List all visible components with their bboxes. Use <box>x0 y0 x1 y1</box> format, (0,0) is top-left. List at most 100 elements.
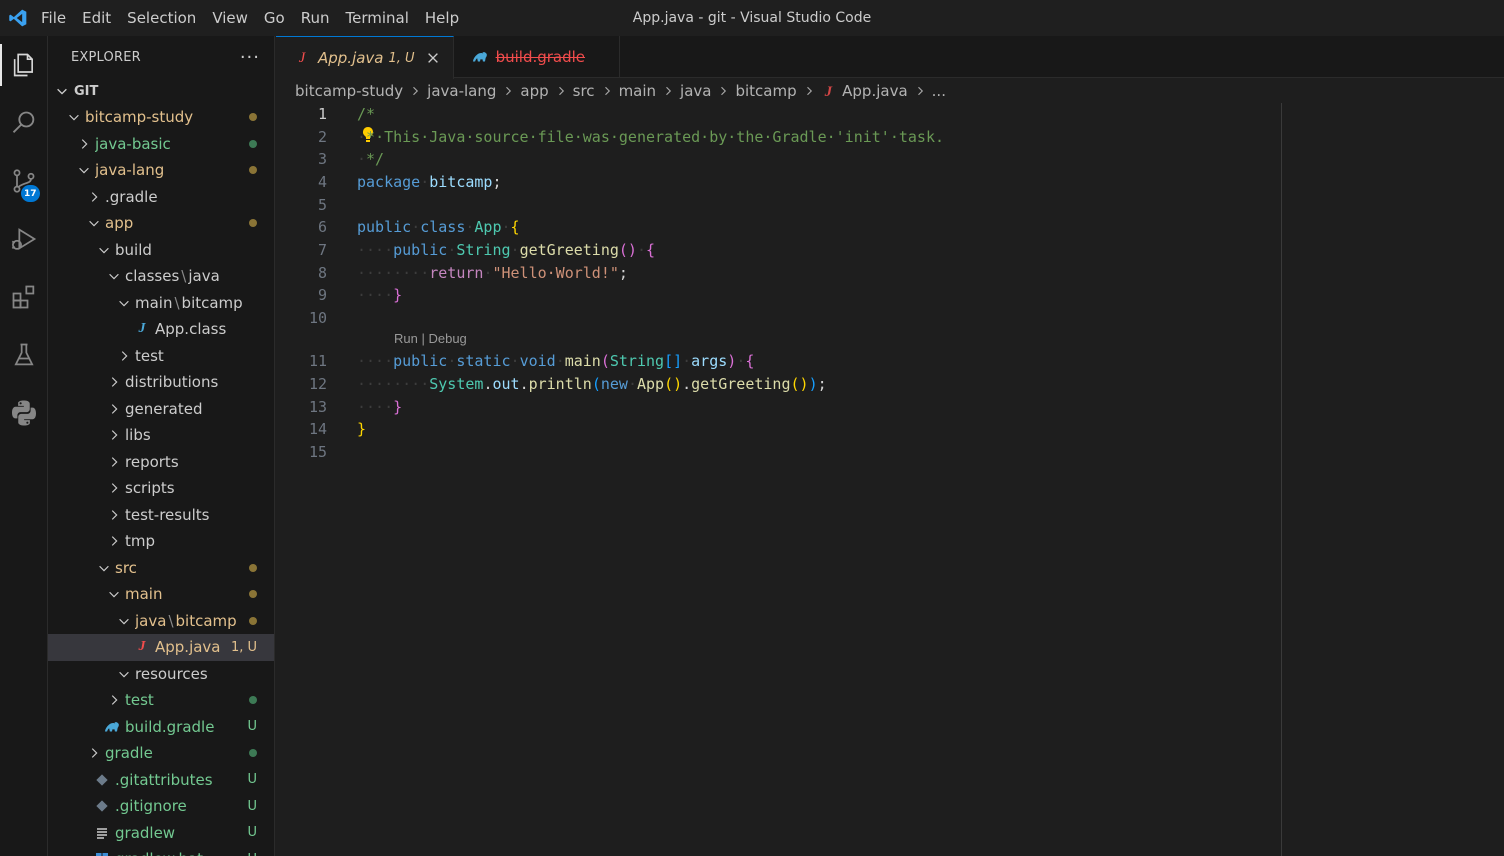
tree-file[interactable]: gradlew U <box>48 820 274 847</box>
tree-folder[interactable]: tmp <box>48 528 274 555</box>
breadcrumb-item[interactable]: src <box>573 82 595 100</box>
python-icon[interactable] <box>0 384 48 442</box>
line-code: ····public·String·getGreeting()·{ <box>357 241 655 259</box>
tree-file[interactable]: gradlew.bat U <box>48 846 274 856</box>
breadcrumb-item[interactable]: bitcamp <box>735 82 796 100</box>
tree-item-sublabel: java <box>188 267 220 286</box>
testing-icon[interactable] <box>0 326 48 384</box>
search-icon[interactable] <box>0 94 48 152</box>
chevron-right-icon <box>662 85 674 97</box>
breadcrumb-item[interactable]: main <box>619 82 656 100</box>
line-number: 7 <box>317 241 327 260</box>
tree-folder[interactable]: .gradle <box>48 184 274 211</box>
code-token: App <box>474 218 502 237</box>
code-token: · <box>447 241 457 260</box>
chevron-right-icon <box>106 427 122 443</box>
tab-label: App.java <box>318 49 384 67</box>
tree-item-label: build.gradle <box>125 717 215 736</box>
tree-folder[interactable]: src <box>48 555 274 582</box>
code-token: public <box>357 218 412 237</box>
tree-folder[interactable]: libs <box>48 422 274 449</box>
tree-folder[interactable]: test-results <box>48 502 274 529</box>
tree-file[interactable]: build.gradle U <box>48 714 274 741</box>
tree-folder[interactable]: java-lang <box>48 157 274 184</box>
chevron-down-icon <box>116 666 132 682</box>
code-token: · <box>736 352 746 371</box>
tree-folder[interactable]: build <box>48 237 274 264</box>
extensions-icon[interactable] <box>0 268 48 326</box>
status-badge: U <box>247 719 257 734</box>
menu-selection[interactable]: Selection <box>119 0 204 36</box>
gradle-elephant-icon <box>104 719 120 735</box>
code-line: 6 public·class·App·{ <box>276 216 1504 239</box>
window-title: App.java - git - Visual Studio Code <box>632 10 872 26</box>
status-dot <box>249 581 257 607</box>
tree-folder[interactable]: bitcamp-study <box>48 104 274 131</box>
close-icon[interactable] <box>425 51 441 65</box>
chevron-right-icon <box>106 480 122 496</box>
tree-folder[interactable]: main <box>48 581 274 608</box>
code-token: · <box>411 218 421 237</box>
code-token: getGreeting <box>691 375 791 394</box>
tree-file[interactable]: .gitattributes U <box>48 767 274 794</box>
source-control-icon[interactable]: 17 <box>0 152 48 210</box>
codelens-debug[interactable]: Debug <box>428 331 466 346</box>
breadcrumb-item[interactable]: java-lang <box>427 82 496 100</box>
tab-App-java[interactable]: J App.java 1, U <box>276 36 454 79</box>
tree-folder[interactable]: test <box>48 687 274 714</box>
tree-item-label: build <box>115 240 152 259</box>
breadcrumb-item[interactable]: java <box>680 82 711 100</box>
status-dot-mark <box>249 563 257 572</box>
activity-bar: 17 <box>0 36 48 856</box>
tree-folder[interactable]: resources <box>48 661 274 688</box>
breadcrumb-item[interactable]: app <box>520 82 548 100</box>
menu-go[interactable]: Go <box>256 0 293 36</box>
tree-file[interactable]: J App.java 1, U <box>48 634 274 661</box>
tab-build-gradle[interactable]: build.gradle <box>454 36 621 78</box>
breadcrumb-item[interactable]: ... <box>932 82 946 100</box>
code-editor[interactable]: 1/* 2 ·*·This·Java·source·file·was·generat… <box>276 103 1504 856</box>
menu-view[interactable]: View <box>204 0 256 36</box>
codelens-run[interactable]: Run <box>394 331 418 346</box>
tree-folder[interactable]: test <box>48 343 274 370</box>
tree-folder[interactable]: java-basic <box>48 131 274 158</box>
menu-edit[interactable]: Edit <box>74 0 119 36</box>
menu-run[interactable]: Run <box>293 0 338 36</box>
chevron-right-icon <box>86 745 102 761</box>
line-number: 5 <box>317 195 327 214</box>
breadcrumb-item[interactable]: J App.java <box>821 82 908 101</box>
tree-folder[interactable]: scripts <box>48 475 274 502</box>
tree-file[interactable]: J App.class <box>48 316 274 343</box>
code-token: * <box>366 127 376 146</box>
breadcrumb-item[interactable]: bitcamp-study <box>295 82 403 100</box>
explorer-icon[interactable] <box>0 36 48 94</box>
run-debug-icon[interactable] <box>0 210 48 268</box>
breadcrumb-label: main <box>618 82 657 100</box>
line-code: package·bitcamp; <box>357 173 502 191</box>
tree-file[interactable]: .gitignore U <box>48 793 274 820</box>
chevron-right-icon <box>76 136 92 152</box>
tree-folder[interactable]: app <box>48 210 274 237</box>
code-line: 3 ·*/ <box>276 148 1504 171</box>
explorer-header: EXPLORER ··· <box>48 36 274 78</box>
file-tree: bitcamp-study java-basic java-lang .gradle a… <box>48 104 274 856</box>
tree-folder[interactable]: distributions <box>48 369 274 396</box>
chevron-down-icon <box>116 613 132 629</box>
tree-folder[interactable]: classes \ java <box>48 263 274 290</box>
tree-folder[interactable]: java \ bitcamp <box>48 608 274 635</box>
code-token: main <box>564 352 601 371</box>
line-number: 6 <box>317 218 327 237</box>
more-actions-icon[interactable]: ··· <box>240 47 260 68</box>
tree-folder[interactable]: generated <box>48 396 274 423</box>
tree-folder[interactable]: reports <box>48 449 274 476</box>
menu-file[interactable]: File <box>36 0 74 36</box>
vscode-logo-icon <box>0 0 36 36</box>
line-code: ····} <box>357 286 402 304</box>
workspace-section-header[interactable]: GIT <box>48 78 274 104</box>
tree-item-label: main <box>125 585 163 604</box>
menu-terminal[interactable]: Terminal <box>338 0 417 36</box>
tree-folder[interactable]: main \ bitcamp <box>48 290 274 317</box>
tree-folder[interactable]: gradle <box>48 740 274 767</box>
menu-help[interactable]: Help <box>417 0 467 36</box>
status-dot-mark <box>249 590 257 598</box>
